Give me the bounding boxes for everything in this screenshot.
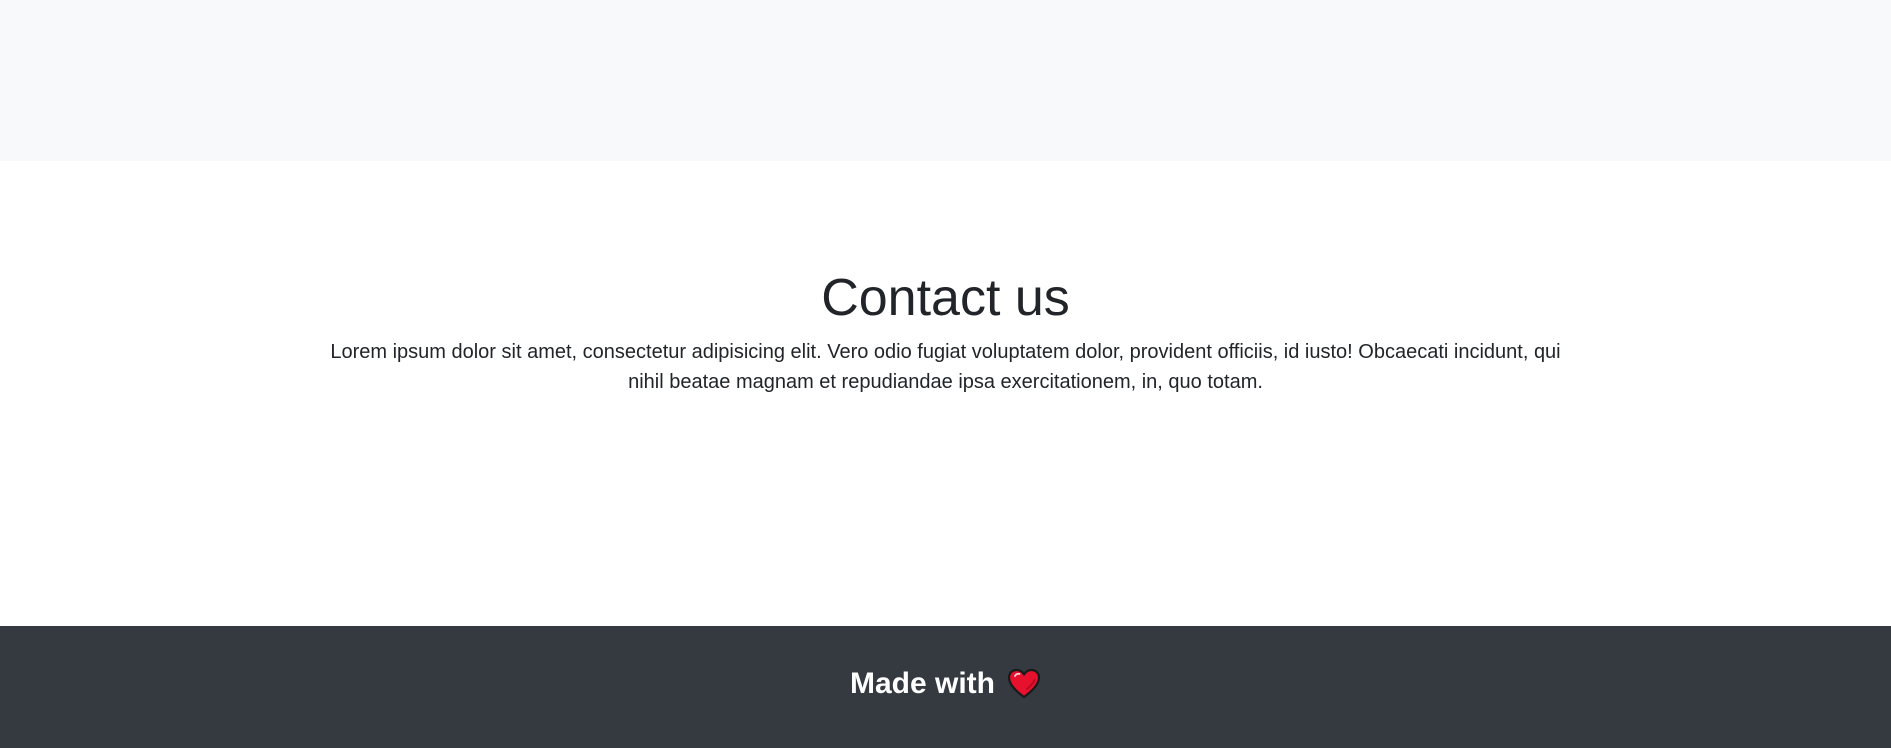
contact-title: Contact us	[821, 269, 1070, 327]
footer-text: Made with	[849, 667, 995, 700]
contact-description: Lorem ipsum dolor sit amet, consectetur …	[330, 341, 1561, 393]
contact-section: Contact us Lorem ipsum dolor sit amet, c…	[0, 161, 1891, 626]
heart-icon	[1007, 667, 1041, 701]
footer: Made with	[0, 626, 1891, 748]
contact-content: Contact us Lorem ipsum dolor sit amet, c…	[0, 267, 1891, 397]
footer-credit: Made with	[850, 666, 1041, 702]
top-band	[0, 0, 1891, 161]
